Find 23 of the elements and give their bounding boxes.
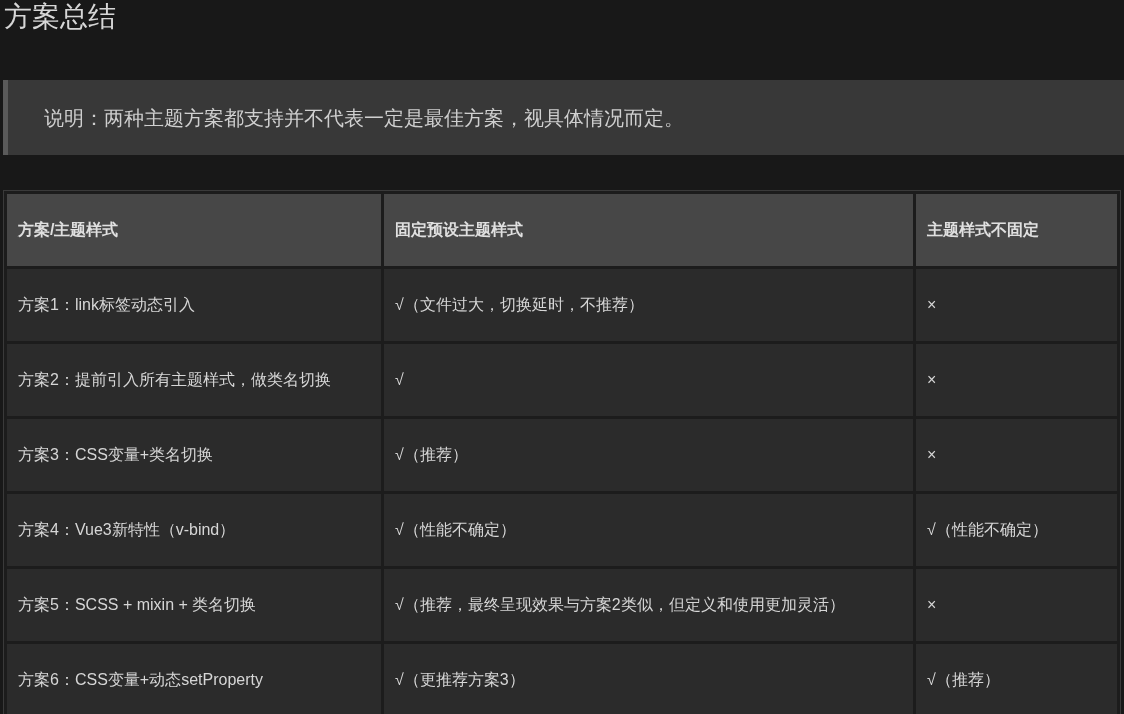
table-cell: × — [916, 419, 1117, 491]
table-cell: 方案3：CSS变量+类名切换 — [7, 419, 381, 491]
table-cell: 方案5：SCSS + mixin + 类名切换 — [7, 569, 381, 641]
table-cell: √（文件过大，切换延时，不推荐） — [384, 269, 913, 341]
column-header: 固定预设主题样式 — [384, 194, 913, 266]
column-header: 方案/主题样式 — [7, 194, 381, 266]
table-cell: √（推荐，最终呈现效果与方案2类似，但定义和使用更加灵活） — [384, 569, 913, 641]
table-cell: √（推荐） — [916, 644, 1117, 714]
table-cell: × — [916, 344, 1117, 416]
table-cell: √（性能不确定） — [384, 494, 913, 566]
table-cell: × — [916, 269, 1117, 341]
section-heading: 方案总结 — [3, 0, 116, 34]
column-header: 主题样式不固定 — [916, 194, 1117, 266]
table-cell: × — [916, 569, 1117, 641]
table-cell: √（推荐） — [384, 419, 913, 491]
note-blockquote: 说明：两种主题方案都支持并不代表一定是最佳方案，视具体情况而定。 — [3, 80, 1124, 155]
table-cell: √（更推荐方案3） — [384, 644, 913, 714]
table-cell: 方案4：Vue3新特性（v-bind） — [7, 494, 381, 566]
table-cell: 方案6：CSS变量+动态setProperty — [7, 644, 381, 714]
table-cell: 方案2：提前引入所有主题样式，做类名切换 — [7, 344, 381, 416]
table-cell: √（性能不确定） — [916, 494, 1117, 566]
table-cell: √ — [384, 344, 913, 416]
table-cell: 方案1：link标签动态引入 — [7, 269, 381, 341]
